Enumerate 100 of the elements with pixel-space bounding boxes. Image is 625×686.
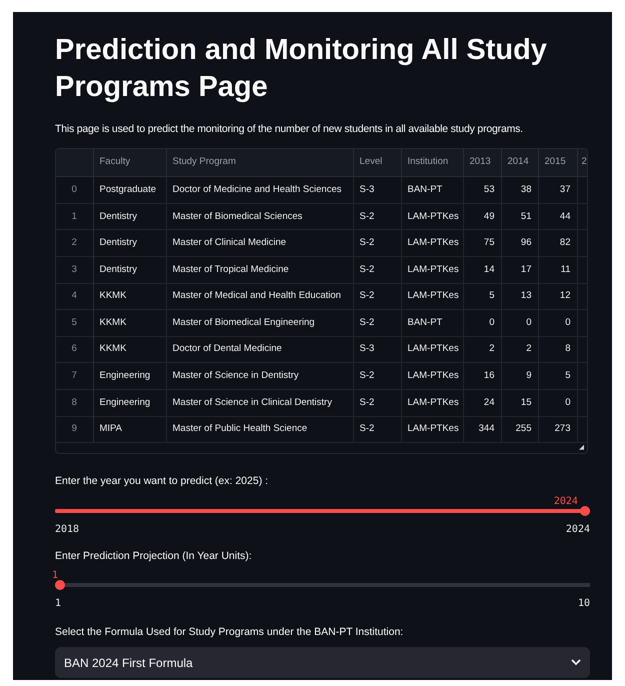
table-cell: Doctor of Dental Medicine bbox=[172, 343, 282, 354]
table-cell: 75 bbox=[484, 237, 494, 248]
table-cell: 0 bbox=[565, 396, 570, 408]
column-header[interactable]: 2013 bbox=[470, 156, 491, 168]
table-cell: 82 bbox=[560, 237, 570, 248]
table-cell: S-2 bbox=[360, 210, 374, 222]
table-cell: 255 bbox=[516, 423, 532, 434]
select-label: Select the Formula Used for Study Programs under the BAN-PT Institution: bbox=[55, 625, 404, 640]
row-index: 4 bbox=[72, 290, 77, 302]
table-cell: MIPA bbox=[100, 423, 122, 434]
table-cell: S-2 bbox=[360, 370, 374, 382]
table-cell: 96 bbox=[520, 237, 532, 248]
table-cell: KKMK bbox=[100, 316, 126, 328]
table-cell: 24 bbox=[484, 396, 494, 408]
slider-label: Enter the year you want to predict (ex: 2025) : bbox=[55, 474, 270, 489]
table-cell: LAM-PTKes bbox=[408, 264, 459, 275]
table-cell: Dentistry bbox=[100, 264, 137, 275]
formula-select[interactable]: BAN 2024 First Formula bbox=[55, 647, 590, 678]
table-cell: Engineering bbox=[100, 396, 150, 408]
table-cell: LAM-PTKes bbox=[408, 210, 459, 222]
table-cell: 8 bbox=[565, 343, 570, 354]
table-cell: S-2 bbox=[360, 396, 374, 408]
table-cell: Engineering bbox=[100, 370, 150, 382]
column-header[interactable]: 2015 bbox=[544, 156, 566, 168]
table-cell: Dentistry bbox=[100, 210, 137, 222]
table-cell: KKMK bbox=[100, 343, 126, 354]
slider-max-label: 2024 bbox=[566, 522, 590, 536]
data-table[interactable] bbox=[55, 148, 588, 454]
slider-min-label: 2018 bbox=[55, 522, 80, 536]
row-index: 3 bbox=[72, 264, 77, 275]
table-cell: 5 bbox=[489, 290, 494, 302]
table-cell: LAM-PTKes bbox=[408, 423, 459, 434]
table-cell: Master of Science in Dentistry bbox=[172, 370, 299, 382]
table-cell: Postgraduate bbox=[100, 184, 156, 195]
table-cell: 49 bbox=[484, 210, 494, 222]
table-cell: S-3 bbox=[360, 184, 374, 195]
page-title: Prediction and Monitoring All Study Programs Page bbox=[55, 33, 548, 105]
slider-min-label: 1 bbox=[55, 597, 62, 612]
table-cell: Master of Biomedical Sciences bbox=[172, 210, 302, 222]
column-header[interactable]: Faculty bbox=[100, 156, 130, 168]
slider-label: Enter Prediction Projection (In Year Units): bbox=[55, 548, 253, 564]
slider-max-label: 10 bbox=[578, 597, 590, 612]
row-index: 5 bbox=[72, 316, 77, 328]
column-header[interactable]: Study Program bbox=[172, 156, 236, 168]
slider-thumb[interactable] bbox=[55, 580, 65, 590]
table-cell: LAM-PTKes bbox=[408, 396, 459, 408]
table-cell: Master of Clinical Medicine bbox=[172, 237, 286, 248]
table-cell: 15 bbox=[520, 396, 532, 408]
table-cell: 14 bbox=[484, 264, 494, 275]
table-cell: 12 bbox=[560, 290, 570, 302]
row-index: 0 bbox=[72, 184, 77, 195]
table-cell: KKMK bbox=[100, 290, 126, 302]
table-cell: 9 bbox=[526, 370, 532, 382]
slider-thumb[interactable] bbox=[580, 506, 590, 516]
slider-value: 1 bbox=[52, 569, 58, 584]
column-header[interactable]: 2 bbox=[582, 156, 587, 168]
table-cell: LAM-PTKes bbox=[408, 370, 459, 382]
table-cell: Master of Medical and Health Education bbox=[172, 290, 341, 302]
row-index: 2 bbox=[72, 237, 77, 248]
table-cell: 53 bbox=[484, 184, 494, 195]
table-cell: 2 bbox=[526, 343, 532, 354]
table-cell: 51 bbox=[520, 210, 532, 222]
row-index: 1 bbox=[72, 210, 77, 222]
table-cell: 11 bbox=[560, 264, 570, 275]
row-index: 8 bbox=[72, 396, 77, 408]
table-cell: S-2 bbox=[360, 290, 374, 302]
table-cell: BAN-PT bbox=[408, 316, 442, 328]
table-cell: 5 bbox=[565, 370, 570, 382]
table-cell: 16 bbox=[484, 370, 494, 382]
table-cell: 44 bbox=[560, 210, 570, 222]
row-index: 6 bbox=[72, 343, 77, 354]
resize-handle-icon[interactable] bbox=[579, 444, 584, 450]
table-cell: 17 bbox=[520, 264, 532, 275]
table-cell: S-2 bbox=[360, 237, 374, 248]
table-cell: Master of Public Health Science bbox=[172, 423, 308, 434]
table-cell: 0 bbox=[565, 316, 570, 328]
table-cell: BAN-PT bbox=[408, 184, 442, 195]
table-cell: Master of Science in Clinical Dentistry bbox=[172, 396, 332, 408]
table-cell: S-2 bbox=[360, 316, 374, 328]
table-cell: 344 bbox=[478, 423, 494, 434]
column-header[interactable]: 2014 bbox=[508, 156, 529, 168]
table-cell: 38 bbox=[520, 184, 532, 195]
column-header[interactable]: Level bbox=[360, 156, 382, 168]
table-cell: 2 bbox=[489, 343, 494, 354]
page-description: This page is used to predict the monitoring of the number of new students in all available study programs. bbox=[55, 122, 524, 137]
row-index: 7 bbox=[72, 370, 77, 382]
table-cell: Dentistry bbox=[100, 237, 137, 248]
table-cell: S-2 bbox=[360, 423, 374, 434]
table-cell: S-3 bbox=[360, 343, 374, 354]
table-cell: 13 bbox=[520, 290, 532, 302]
row-index: 9 bbox=[72, 423, 77, 434]
column-header[interactable]: Institution bbox=[408, 156, 448, 168]
table-cell: LAM-PTKes bbox=[408, 237, 459, 248]
slider-value: 2024 bbox=[554, 494, 578, 508]
table-cell: 0 bbox=[489, 316, 494, 328]
table-cell: 0 bbox=[526, 316, 532, 328]
table-cell: S-2 bbox=[360, 264, 374, 275]
table-cell: Master of Tropical Medicine bbox=[172, 264, 289, 275]
table-cell: Master of Biomedical Engineering bbox=[172, 316, 315, 328]
table-cell: 273 bbox=[554, 423, 570, 434]
